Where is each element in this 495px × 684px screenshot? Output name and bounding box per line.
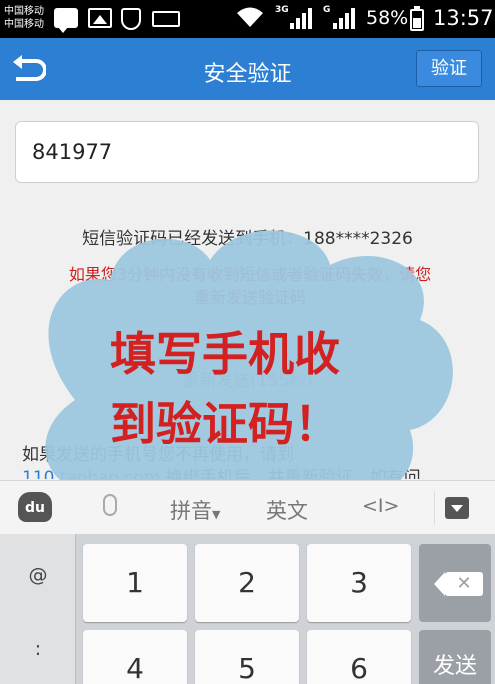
keyboard-icon bbox=[152, 11, 180, 27]
hide-keyboard-icon bbox=[445, 497, 469, 519]
backspace-key[interactable]: ✕ bbox=[419, 544, 491, 622]
microphone-icon[interactable] bbox=[103, 494, 117, 516]
network-3g-label: 3G bbox=[275, 5, 289, 15]
key-2[interactable]: 2 bbox=[195, 544, 299, 622]
key-3[interactable]: 3 bbox=[307, 544, 411, 622]
key-6[interactable]: 6 bbox=[307, 630, 411, 684]
send-key[interactable]: 发送 bbox=[419, 630, 491, 684]
key-1[interactable]: 1 bbox=[83, 544, 187, 622]
warning-text-line1: 如果您3分钟内没有收到短信或者验证码失效，请您 bbox=[68, 265, 432, 284]
numeric-keypad: @ : 1 2 3 4 5 6 ✕ 发送 bbox=[0, 534, 495, 684]
image-icon bbox=[88, 8, 112, 28]
carrier-info: 中国移动 中国移动 bbox=[4, 5, 44, 31]
symbol-column: @ : bbox=[0, 534, 76, 684]
backspace-icon: ✕ bbox=[434, 572, 483, 596]
keyboard-toolbar: du 拼音▼ 英文 <I> bbox=[0, 480, 495, 534]
baidu-input-logo-icon[interactable]: du bbox=[18, 492, 52, 522]
pinyin-mode-button[interactable]: 拼音▼ bbox=[170, 495, 220, 525]
at-sign-key[interactable]: @ bbox=[0, 564, 76, 624]
key-5[interactable]: 5 bbox=[195, 630, 299, 684]
verification-code-input[interactable]: 841977 bbox=[15, 121, 479, 183]
help-text-line2: 110.taobao.com 换绑手机后，并重新验证。如有问 bbox=[22, 463, 421, 479]
battery-icon bbox=[410, 6, 424, 31]
pinyin-label: 拼音 bbox=[170, 499, 212, 523]
status-bar: 中国移动 中国移动 3G G 58% 13:57 bbox=[0, 0, 495, 38]
carrier-2: 中国移动 bbox=[4, 19, 44, 30]
sms-sent-notice: 短信验证码已经发送到手机：188****2326 bbox=[82, 229, 413, 249]
title-bar: 安全验证 验证 bbox=[0, 38, 495, 100]
key-4[interactable]: 4 bbox=[83, 630, 187, 684]
battery-percent: 58% bbox=[366, 7, 409, 29]
message-icon bbox=[54, 8, 78, 33]
english-mode-button[interactable]: 英文 bbox=[266, 495, 308, 525]
help-text-rest: 换绑手机后，并重新验证。如有问 bbox=[160, 468, 421, 479]
wifi-icon bbox=[236, 6, 264, 33]
colon-key[interactable]: : bbox=[0, 638, 76, 684]
rebind-link[interactable]: 110.taobao.com bbox=[22, 468, 160, 479]
verify-button[interactable]: 验证 bbox=[416, 50, 482, 87]
shield-icon bbox=[121, 8, 141, 30]
clock: 13:57 bbox=[433, 6, 494, 30]
resend-button[interactable]: 重新发送(155秒) bbox=[0, 366, 495, 391]
help-text-line1: 如果发送的手机号您不再使用，请到 bbox=[22, 445, 294, 465]
cursor-move-icon[interactable]: <I> bbox=[362, 495, 399, 517]
hide-keyboard-button[interactable] bbox=[434, 491, 478, 525]
carrier-1: 中国移动 bbox=[4, 6, 44, 17]
dropdown-arrow-icon: ▼ bbox=[212, 508, 221, 521]
warning-text-line2: 重新发送验证码 bbox=[193, 288, 306, 307]
network-g-label: G bbox=[323, 5, 331, 15]
